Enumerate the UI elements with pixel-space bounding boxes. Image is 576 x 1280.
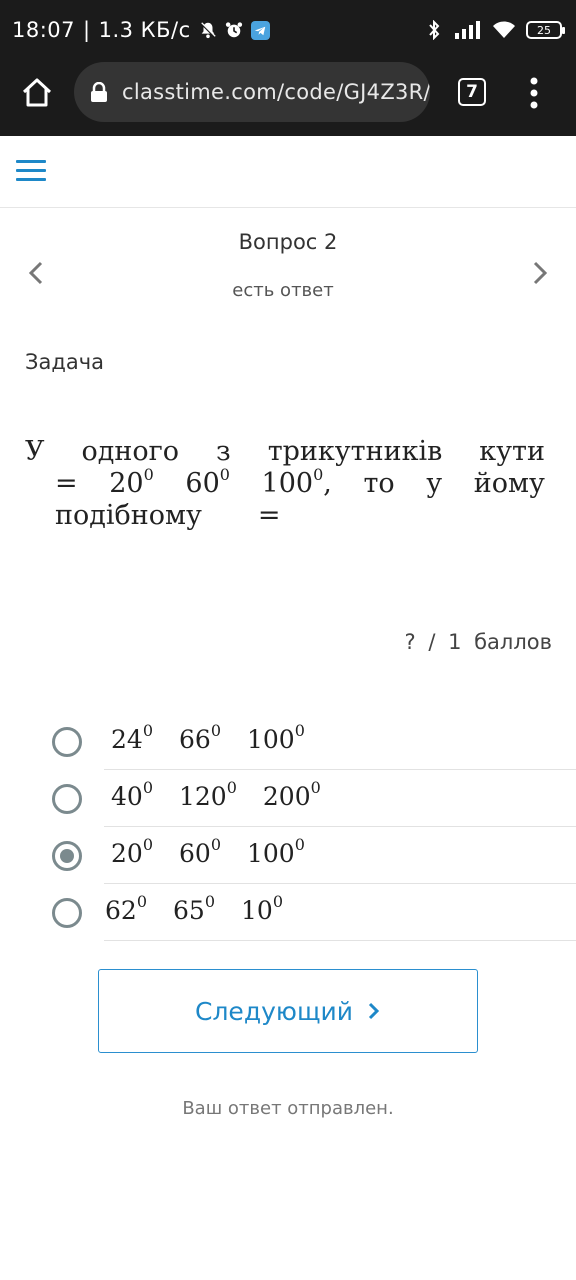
status-separator: | [83, 18, 91, 42]
signal-icon [455, 21, 480, 39]
question-title: Вопрос 2 [238, 230, 338, 254]
network-speed: 1.3 КБ/с [98, 18, 191, 42]
wifi-icon [493, 21, 515, 38]
answer-option-4[interactable]: 620 650 100 [0, 884, 576, 941]
telegram-icon [250, 20, 270, 40]
task-label: Задача [25, 350, 104, 374]
app-header [0, 136, 576, 208]
question-status: есть ответ [232, 280, 334, 301]
radio-button[interactable] [52, 784, 82, 814]
answer-option-3[interactable]: 200 600 1000 [0, 827, 576, 884]
mute-bell-icon [200, 22, 216, 39]
answer-option-1[interactable]: 240 660 1000 [0, 713, 576, 770]
radio-button-selected[interactable] [52, 841, 82, 871]
option-text: 240 660 1000 [111, 721, 305, 755]
points-label: ? / 1 баллов [404, 630, 553, 654]
url-text: classtime.com/code/GJ4Z3R/8 [122, 80, 430, 104]
answer-option-2[interactable]: 400 1200 2000 [0, 770, 576, 827]
problem-line-3: подібному = [55, 500, 281, 531]
hamburger-menu-icon[interactable] [16, 160, 46, 184]
address-bar[interactable]: classtime.com/code/GJ4Z3R/8 [74, 62, 430, 122]
chevron-right-icon [368, 1002, 380, 1020]
question-navigation: Вопрос 2 есть ответ [0, 208, 576, 318]
problem-line-2: = 200 600 1000, то у йому [55, 465, 545, 500]
status-right: 25 [424, 20, 565, 40]
option-text: 400 1200 2000 [111, 778, 321, 812]
option-text: 620 650 100 [105, 892, 283, 926]
lock-icon [91, 82, 107, 102]
home-icon[interactable] [20, 76, 54, 110]
radio-button[interactable] [52, 898, 82, 928]
status-bar: 18:07 | 1.3 КБ/с 25 [0, 0, 576, 62]
next-button[interactable]: Следующий [98, 969, 478, 1053]
radio-button[interactable] [52, 727, 82, 757]
answer-options: 240 660 1000 400 1200 2000 200 600 1000 620 650… [0, 713, 576, 941]
status-left: 18:07 | 1.3 КБ/с [12, 18, 270, 42]
problem-text: У одного з трикутників кути = 200 600 10… [25, 436, 545, 532]
tab-count: 7 [466, 82, 478, 102]
more-menu-icon[interactable] [524, 76, 544, 110]
battery-level: 25 [537, 23, 551, 37]
problem-line-1: У одного з трикутників кути [25, 436, 545, 467]
browser-toolbar: classtime.com/code/GJ4Z3R/8 7 [0, 62, 576, 136]
alarm-icon [225, 22, 242, 38]
status-time: 18:07 [12, 18, 76, 42]
chevron-right-icon[interactable] [530, 260, 550, 286]
submitted-message: Ваш ответ отправлен. [182, 1098, 394, 1119]
next-button-label: Следующий [195, 996, 353, 1026]
battery-icon: 25 [526, 21, 565, 39]
option-text: 200 600 1000 [111, 835, 305, 869]
tab-switcher-button[interactable]: 7 [458, 78, 486, 106]
bluetooth-icon [429, 20, 440, 40]
